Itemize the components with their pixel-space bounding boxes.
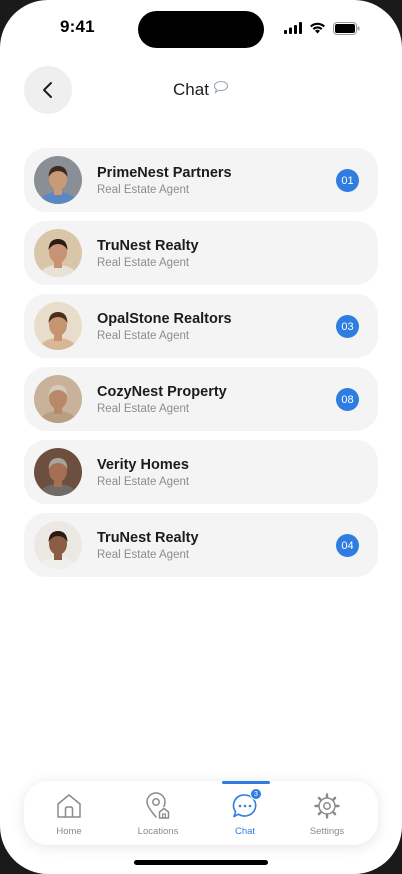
wifi-icon <box>310 22 325 34</box>
avatar <box>34 448 82 496</box>
avatar <box>34 375 82 423</box>
nav-item-home[interactable]: Home <box>29 781 109 845</box>
chat-name: PrimeNest Partners <box>97 165 232 181</box>
chat-list: PrimeNest Partners Real Estate Agent 01 Tru… <box>24 148 378 586</box>
phone-screen: 9:41 Chat PrimeNest Partners Real Estate… <box>0 0 402 874</box>
unread-count-badge: 08 <box>336 388 359 411</box>
nav-label-home: Home <box>56 826 82 837</box>
avatar <box>34 521 82 569</box>
page-title: Chat <box>0 80 402 100</box>
bottom-nav: Home Locations 3 Chat Settings <box>24 781 378 845</box>
page-title-text: Chat <box>173 80 209 99</box>
chat-list-item[interactable]: Verity Homes Real Estate Agent <box>24 440 378 504</box>
nav-item-settings[interactable]: Settings <box>287 781 367 845</box>
nav-item-locations[interactable]: Locations <box>118 781 198 845</box>
status-time: 9:41 <box>60 17 95 36</box>
chat-name: TruNest Realty <box>97 530 199 546</box>
avatar <box>34 302 82 350</box>
avatar <box>34 229 82 277</box>
chat-name: TruNest Realty <box>97 238 199 254</box>
battery-icon <box>333 21 360 35</box>
chat-name: OpalStone Realtors <box>97 311 232 327</box>
chat-list-item[interactable]: TruNest Realty Real Estate Agent <box>24 221 378 285</box>
chat-list-item[interactable]: TruNest Realty Real Estate Agent 04 <box>24 513 378 577</box>
nav-item-chat[interactable]: 3 Chat <box>205 781 285 845</box>
chat-list-item[interactable]: CozyNest Property Real Estate Agent 08 <box>24 367 378 431</box>
gear-icon <box>314 793 340 819</box>
chat-role: Real Estate Agent <box>97 184 190 196</box>
unread-count-badge: 01 <box>336 169 359 192</box>
nav-label-settings: Settings <box>309 826 345 837</box>
home-icon <box>57 794 81 818</box>
chat-list-item[interactable]: PrimeNest Partners Real Estate Agent 01 <box>24 148 378 212</box>
chat-role: Real Estate Agent <box>97 476 190 488</box>
location-pin-icon <box>146 792 170 819</box>
dynamic-island <box>138 11 264 48</box>
chat-nav-badge: 3 <box>250 788 262 800</box>
nav-label-locations: Locations <box>137 826 179 837</box>
chat-role: Real Estate Agent <box>97 403 190 415</box>
chat-role: Real Estate Agent <box>97 549 190 561</box>
avatar <box>34 156 82 204</box>
chat-role: Real Estate Agent <box>97 330 190 342</box>
chat-name: CozyNest Property <box>97 384 227 400</box>
chat-role: Real Estate Agent <box>97 257 190 269</box>
speech-bubble-icon <box>213 80 229 94</box>
signal-icon <box>284 22 302 34</box>
chat-list-item[interactable]: OpalStone Realtors Real Estate Agent 03 <box>24 294 378 358</box>
status-icons <box>284 20 360 36</box>
status-bar: 9:41 <box>0 0 402 56</box>
chat-name: Verity Homes <box>97 457 189 473</box>
unread-count-badge: 04 <box>336 534 359 557</box>
nav-label-chat: Chat <box>234 826 256 837</box>
home-indicator[interactable] <box>134 860 268 865</box>
unread-count-badge: 03 <box>336 315 359 338</box>
